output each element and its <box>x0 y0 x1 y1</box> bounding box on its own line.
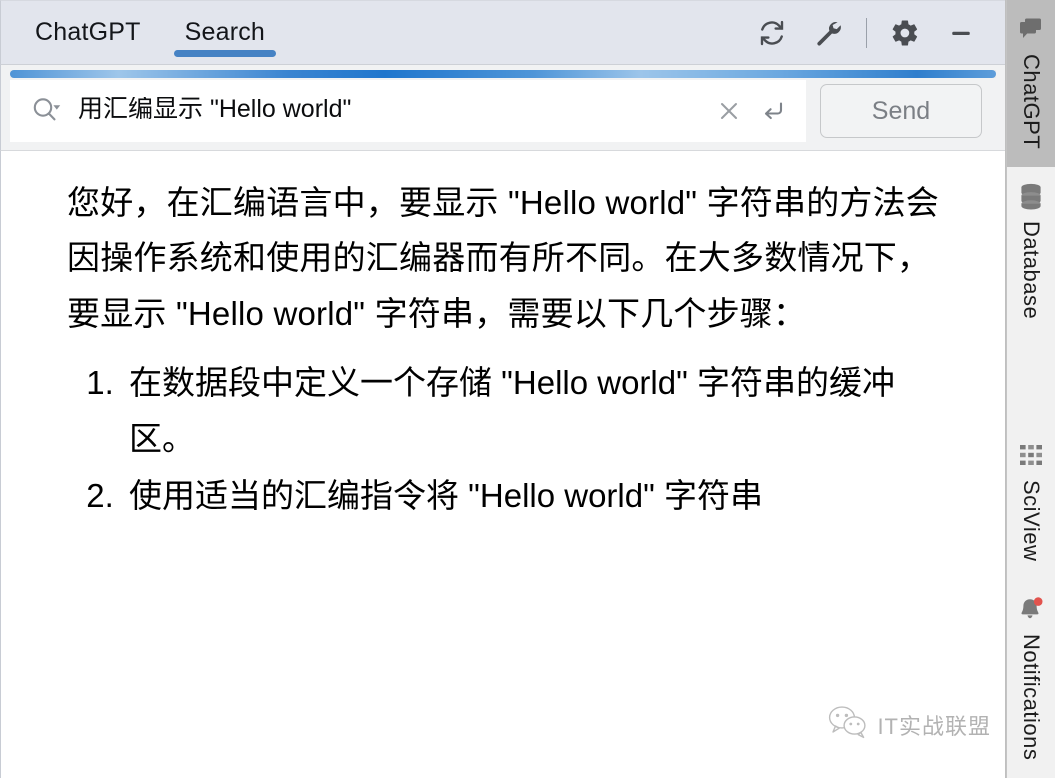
refresh-icon[interactable] <box>751 12 793 54</box>
loading-progress-bar <box>10 70 996 78</box>
answer-paragraph: 您好，在汇编语言中，要显示 "Hello world" 字符串的方法会因操作系统… <box>67 184 939 332</box>
header-separator <box>866 17 867 48</box>
header-action-bar <box>744 1 1005 64</box>
send-button-area: Send <box>806 80 996 142</box>
sidebar-item-database-label: Database <box>1019 221 1044 320</box>
bell-icon <box>1016 594 1046 624</box>
sidebar-gap-top <box>1007 337 1055 426</box>
enter-return-icon[interactable] <box>754 92 792 130</box>
answer-content: 您好，在汇编语言中，要显示 "Hello world" 字符串的方法会因操作系统… <box>0 151 1005 778</box>
answer-steps-list: 在数据段中定义一个存储 "Hello world" 字符串的缓冲区。 使用适当的… <box>67 355 955 523</box>
sidebar-item-sciview[interactable]: SciView <box>1007 426 1055 579</box>
tab-chatgpt[interactable]: ChatGPT <box>13 1 163 64</box>
list-item: 在数据段中定义一个存储 "Hello world" 字符串的缓冲区。 <box>123 355 955 466</box>
list-item: 使用适当的汇编指令将 "Hello world" 字符串 <box>123 468 955 523</box>
right-tool-strip: ChatGPT Database SciView Notifications <box>1006 0 1055 778</box>
watermark-text: IT实战联盟 <box>877 713 991 739</box>
sidebar-item-chatgpt[interactable]: ChatGPT <box>1007 0 1055 168</box>
minimize-icon[interactable] <box>940 12 982 54</box>
chat-bubbles-icon <box>1016 14 1046 44</box>
close-icon[interactable] <box>710 92 748 130</box>
sidebar-item-sciview-label: SciView <box>1019 480 1044 562</box>
gear-icon[interactable] <box>884 12 926 54</box>
grid-table-icon <box>1016 440 1046 470</box>
search-input-container[interactable]: 用汇编显示 "Hello world" <box>10 80 806 142</box>
loading-progress-fill <box>10 70 996 78</box>
tool-window-header: ChatGPT Search <box>0 0 1005 65</box>
sidebar-item-notifications-label: Notifications <box>1019 633 1044 760</box>
sidebar-item-database[interactable]: Database <box>1007 167 1055 337</box>
chatgpt-tool-window: ChatGPT Search 用汇编显示 "Hello world" Send … <box>0 0 1006 778</box>
query-region: 用汇编显示 "Hello world" Send <box>0 65 1005 151</box>
search-input[interactable]: 用汇编显示 "Hello world" <box>78 97 704 125</box>
database-icon <box>1016 181 1046 211</box>
watermark: IT实战联盟 <box>827 705 991 744</box>
tab-search-underline <box>173 50 277 57</box>
sidebar-item-chatgpt-label: ChatGPT <box>1019 54 1044 150</box>
tab-search-label: Search <box>184 18 266 46</box>
tab-search[interactable]: Search <box>163 1 287 64</box>
tab-chatgpt-label: ChatGPT <box>35 18 141 46</box>
send-button[interactable]: Send <box>820 84 982 138</box>
wechat-logo-icon <box>827 705 869 744</box>
application-window: ChatGPT Search 用汇编显示 "Hello world" Send … <box>0 0 1055 778</box>
sidebar-item-notifications[interactable]: Notifications <box>1007 580 1055 778</box>
query-row: 用汇编显示 "Hello world" Send <box>10 80 996 142</box>
tab-bar: ChatGPT Search <box>1 1 287 64</box>
wrench-icon[interactable] <box>807 12 849 54</box>
search-icon[interactable] <box>26 91 66 131</box>
